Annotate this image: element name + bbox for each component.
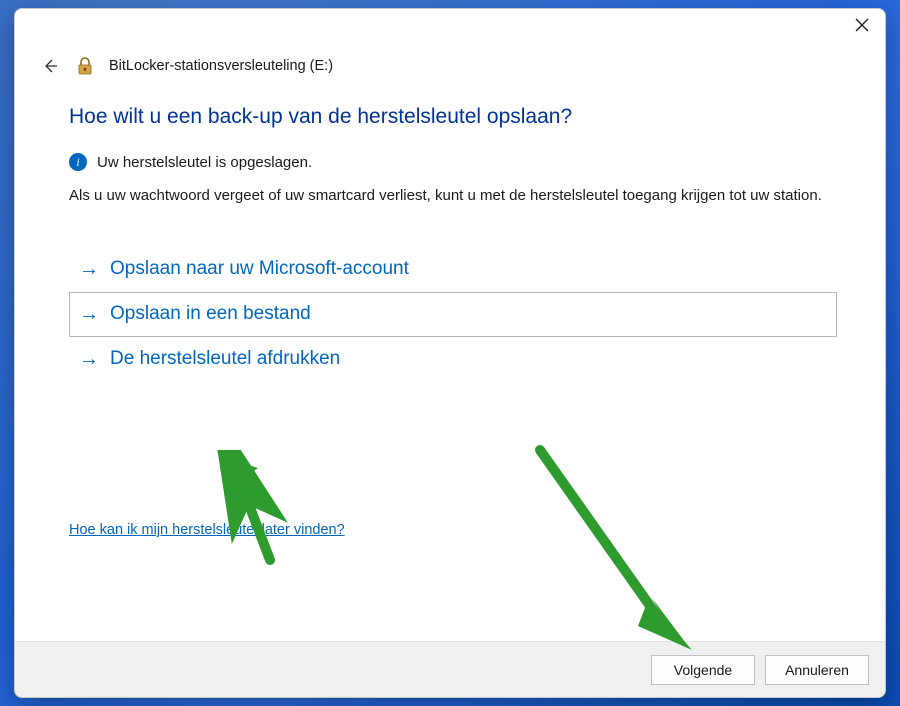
content-area: Hoe wilt u een back-up van de herstelsle…: [15, 77, 885, 641]
page-heading: Hoe wilt u een back-up van de herstelsle…: [69, 105, 837, 129]
close-button[interactable]: [839, 9, 885, 41]
info-icon: i: [69, 153, 87, 171]
info-text: Uw herstelsleutel is opgeslagen.: [97, 154, 312, 171]
option-label: De herstelsleutel afdrukken: [110, 348, 340, 370]
description-text: Als u uw wachtwoord vergeet of uw smartc…: [69, 185, 837, 207]
bitlocker-icon: [75, 56, 95, 76]
option-save-to-file[interactable]: → Opslaan in een bestand: [69, 292, 837, 337]
cancel-button[interactable]: Annuleren: [765, 655, 869, 685]
titlebar: [15, 9, 885, 49]
option-save-microsoft-account[interactable]: → Opslaan naar uw Microsoft-account: [69, 247, 837, 292]
back-arrow-icon: [42, 58, 58, 74]
option-print-key[interactable]: → De herstelsleutel afdrukken: [69, 337, 837, 382]
header-row: BitLocker-stationsversleuteling (E:): [15, 49, 885, 77]
close-icon: [855, 18, 869, 32]
bitlocker-dialog: BitLocker-stationsversleuteling (E:) Hoe…: [14, 8, 886, 698]
dialog-footer: Volgende Annuleren: [15, 641, 885, 697]
arrow-right-icon: →: [78, 303, 100, 326]
next-button[interactable]: Volgende: [651, 655, 755, 685]
arrow-right-icon: →: [78, 258, 100, 281]
option-label: Opslaan in een bestand: [110, 303, 311, 325]
backup-options-list: → Opslaan naar uw Microsoft-account → Op…: [69, 247, 837, 382]
back-button[interactable]: [39, 55, 61, 77]
dialog-title: BitLocker-stationsversleuteling (E:): [109, 58, 333, 74]
option-label: Opslaan naar uw Microsoft-account: [110, 258, 409, 280]
help-link[interactable]: Hoe kan ik mijn herstelsleutel later vin…: [69, 522, 345, 538]
arrow-right-icon: →: [78, 348, 100, 371]
info-row: i Uw herstelsleutel is opgeslagen.: [69, 153, 837, 171]
